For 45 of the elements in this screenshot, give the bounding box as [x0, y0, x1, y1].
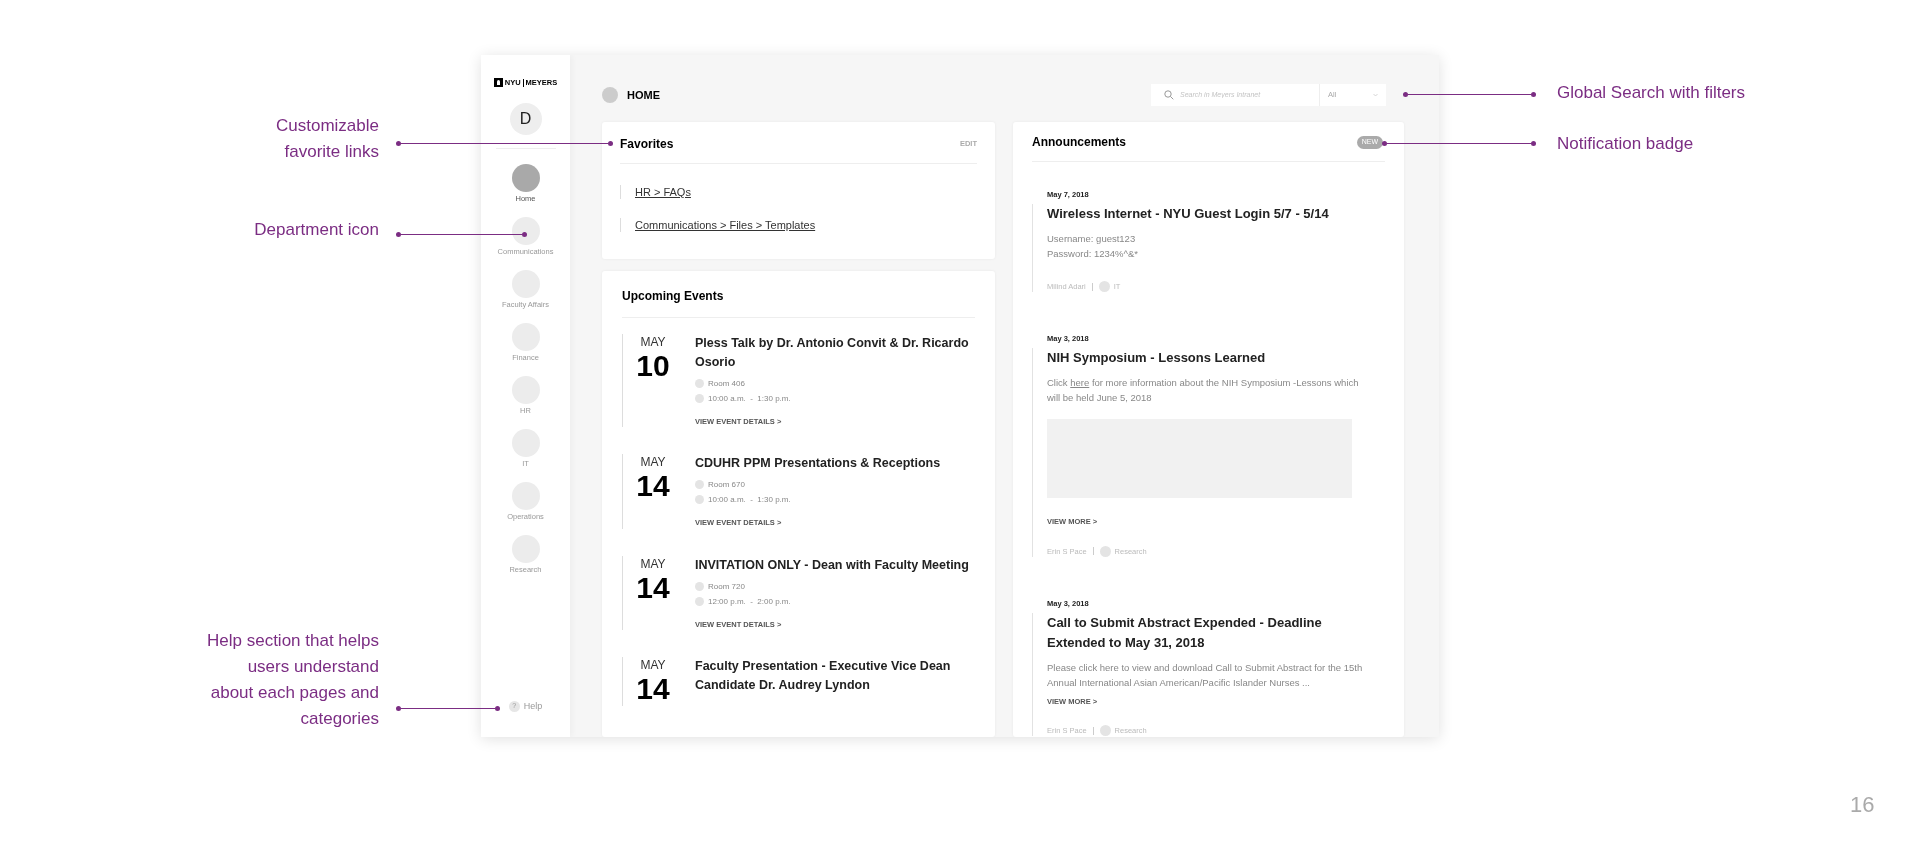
here-link[interactable]: here [1070, 377, 1090, 389]
user-avatar[interactable]: D [509, 103, 542, 136]
event-time: 10:00 a.m. - 1:30 p.m. [708, 494, 791, 506]
event-day: 10 [636, 349, 670, 383]
department-icon [511, 217, 540, 246]
event-day: 14 [636, 570, 670, 605]
favorite-link[interactable]: HR > FAQs [635, 184, 691, 201]
announcement-text: Password: 1234%^&* [1047, 247, 1140, 261]
event-time: 10:00 a.m. - 1:30 p.m. [708, 393, 791, 404]
annotation-text: Department icon [254, 219, 379, 241]
event-month: MAY [640, 657, 666, 672]
announcement-text: Please click here to view and download Call to Submit Abstract for the 15th Annual International Asian American/Pacific Islander Nurses ... [1047, 660, 1364, 690]
announcement-title: Wireless Internet - NYU Guest Login 5/7 - 5/14 [1047, 205, 1330, 223]
event-room: Room 406 [708, 378, 745, 389]
card-title: Announcements [1032, 134, 1126, 151]
event-room: Room 720 [708, 580, 745, 592]
card-title: Upcoming Events [622, 289, 724, 303]
announcement-text: Click here for more information about the NIH Symposium -Lessons which will be held June 5, 2018 [1047, 376, 1360, 406]
annotation-text: Notification badge [1557, 133, 1694, 155]
announcement-title: NIH Symposium - Lessons Learned [1047, 349, 1267, 368]
event-title: INVITATION ONLY - Dean with Faculty Meeting [695, 556, 969, 574]
event-title: Faculty Presentation - Executive Vice Dean Candidate Dr. Audrey Lyndon [695, 657, 952, 694]
event-day: 14 [636, 469, 670, 504]
announcement-title: Call to Submit Abstract Expended - Deadline Extended to May 31, 2018 [1047, 613, 1323, 652]
announcement-text: Username: guest123 [1047, 232, 1137, 246]
annotation-text: Help section that helps users understand about each pages and categories [207, 630, 379, 730]
event-month: MAY [640, 335, 666, 349]
department-icon [511, 164, 540, 193]
event-month: MAY [640, 556, 666, 571]
favorite-link[interactable]: Communications > Files > Templates [635, 216, 816, 233]
annotation-text: Global Search with filters [1557, 82, 1746, 104]
help-link[interactable]: Help [523, 699, 543, 713]
event-month: MAY [640, 455, 666, 470]
home-icon [602, 87, 618, 103]
card-title: Favorites [620, 136, 674, 153]
event-title: CDUHR PPM Presentations & Receptions [695, 455, 941, 473]
event-day: 14 [636, 671, 670, 706]
page-number: 16 [1850, 791, 1875, 819]
annotation-text: Customizable favorite links [276, 115, 379, 163]
search-icon [1164, 90, 1174, 100]
torch-icon [493, 78, 503, 88]
event-title: Pless Talk by Dr. Antonio Convit & Dr. Ricardo Osorio [695, 335, 970, 371]
event-time: 12:00 p.m. - 2:00 p.m. [708, 595, 791, 607]
page-title: HOME [627, 87, 660, 103]
event-room: Room 670 [708, 479, 745, 491]
